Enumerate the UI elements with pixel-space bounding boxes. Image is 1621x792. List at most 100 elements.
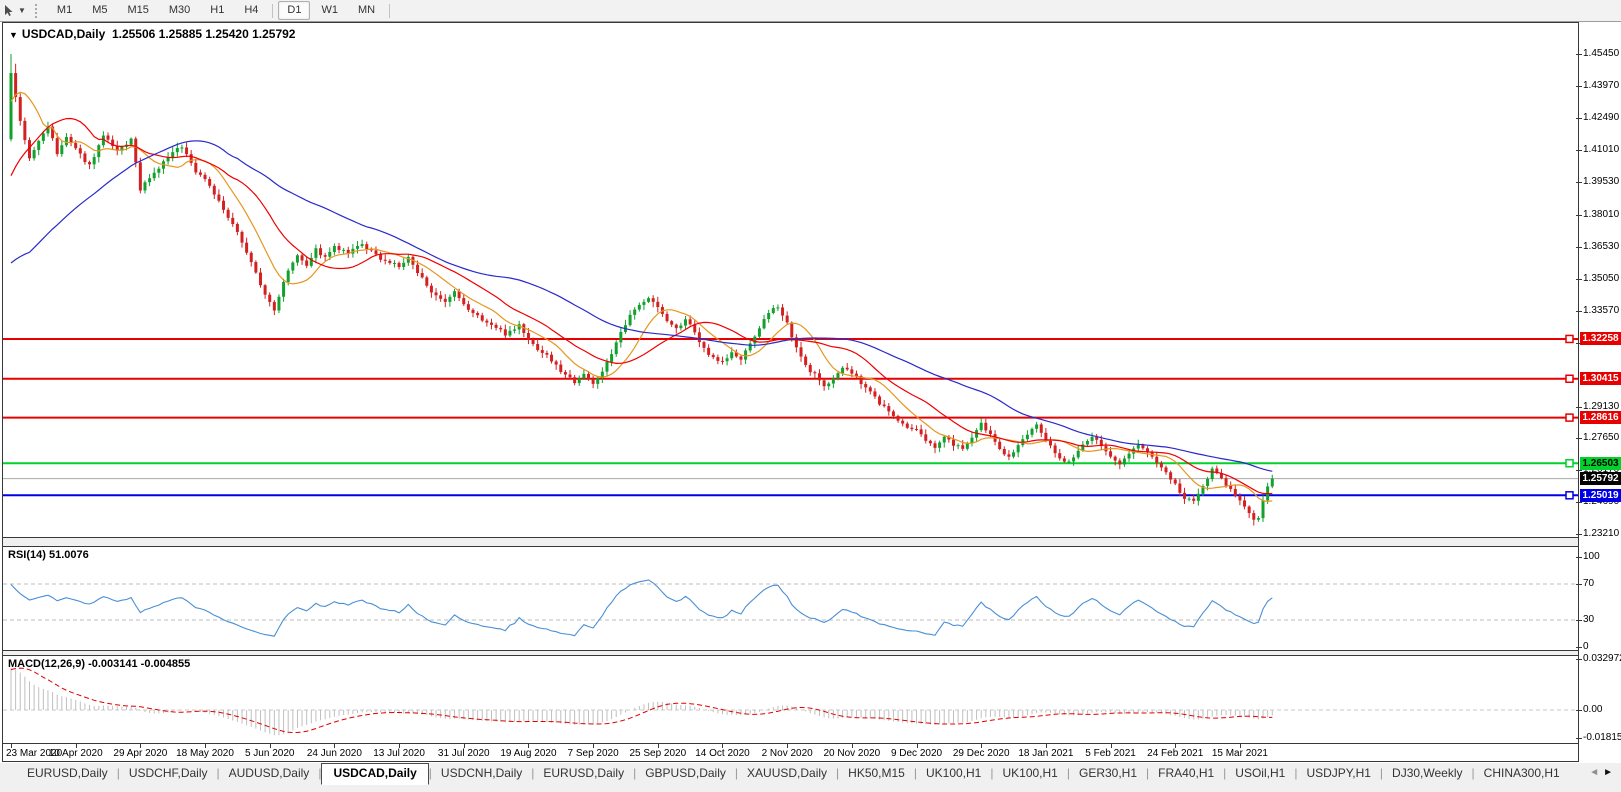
chart-tab-ger30-h1[interactable]: GER30,H1 xyxy=(1070,763,1146,784)
chart-tab-usdcad-daily[interactable]: USDCAD,Daily xyxy=(321,763,428,785)
axis-tick-label: 1.36530 xyxy=(1583,241,1619,252)
date-tick-label[interactable]: 9 Dec 2020 xyxy=(891,748,942,759)
date-tick-label[interactable]: 31 Jul 2020 xyxy=(438,748,490,759)
hline-handle[interactable] xyxy=(1566,460,1573,467)
chart-tab-usoil-h1[interactable]: USOil,H1 xyxy=(1226,763,1294,784)
chart-ohlc-values: 1.25506 1.25885 1.25420 1.25792 xyxy=(112,27,296,41)
date-tick-label[interactable]: 20 Nov 2020 xyxy=(823,748,880,759)
date-tick-label[interactable]: 24 Feb 2021 xyxy=(1147,748,1203,759)
timeframe-buttons: M1M5M15M30H1H4 D1W1MN xyxy=(47,1,394,20)
timeframe-button-m30[interactable]: M30 xyxy=(160,1,199,20)
axis-tick-mark xyxy=(1576,407,1582,408)
macd-histogram xyxy=(11,668,1272,736)
tab-scroll-buttons: ◄► xyxy=(1589,767,1617,778)
macd-canvas[interactable] xyxy=(3,656,1578,743)
timeframe-button-m5[interactable]: M5 xyxy=(83,1,116,20)
chart-tabs: EURUSD,Daily|USDCHF,Daily|AUDUSD,Daily|U… xyxy=(18,763,1569,785)
chevron-down-icon[interactable]: ▼ xyxy=(18,6,26,15)
date-tick-label[interactable]: 29 Apr 2020 xyxy=(113,748,167,759)
axis-tick-mark xyxy=(1576,118,1582,119)
hline-handle[interactable] xyxy=(1566,335,1573,342)
price-line-badge: 1.32258 xyxy=(1580,332,1621,345)
chart-tab-xauusd-daily[interactable]: XAUUSD,Daily xyxy=(738,763,836,784)
date-tick-label[interactable]: 5 Jun 2020 xyxy=(245,748,295,759)
axis-tick-mark xyxy=(1576,620,1582,621)
axis-tick-mark xyxy=(1576,738,1582,739)
chart-tab-uk100-h1[interactable]: UK100,H1 xyxy=(917,763,990,784)
tab-scroll-right-icon[interactable]: ► xyxy=(1603,767,1617,778)
ma-line-50 xyxy=(11,141,1272,472)
chart-tab-dj30-weekly[interactable]: DJ30,Weekly xyxy=(1383,763,1471,784)
chart-tab-usdjpy-h1[interactable]: USDJPY,H1 xyxy=(1297,763,1379,784)
date-tick-label[interactable]: 19 Aug 2020 xyxy=(500,748,556,759)
axis-tick-label: -0.018154 xyxy=(1583,732,1621,743)
macd-signal-line xyxy=(11,668,1272,732)
hline-handle[interactable] xyxy=(1566,414,1573,421)
bid-price-badge: 1.25792 xyxy=(1580,472,1621,485)
chart-tab-usdcnh-daily[interactable]: USDCNH,Daily xyxy=(432,763,531,784)
axis-tick-mark xyxy=(1576,584,1582,585)
chart-tab-gbpusd-daily[interactable]: GBPUSD,Daily xyxy=(636,763,735,784)
cursor-tool-button[interactable]: ▼ xyxy=(0,4,30,17)
price-chart-canvas[interactable] xyxy=(3,23,1578,537)
date-tick-label[interactable]: 7 Sep 2020 xyxy=(568,748,619,759)
axis-tick-mark xyxy=(1576,279,1582,280)
price-scale[interactable]: 1.454501.439701.424901.410101.395301.380… xyxy=(1580,22,1621,762)
date-tick-label[interactable]: 25 Sep 2020 xyxy=(629,748,686,759)
macd-pane[interactable]: MACD(12,26,9) -0.003141 -0.004855 xyxy=(3,655,1578,744)
date-tick-label[interactable]: 13 Jul 2020 xyxy=(373,748,425,759)
axis-tick-mark xyxy=(1576,502,1582,503)
axis-tick-mark xyxy=(1576,438,1582,439)
chart-tab-uk100-h1[interactable]: UK100,H1 xyxy=(993,763,1066,784)
rsi-canvas[interactable] xyxy=(3,547,1578,650)
axis-tick-label: 1.45450 xyxy=(1583,48,1619,59)
hline-handle[interactable] xyxy=(1566,492,1573,499)
axis-tick-label: 0.00 xyxy=(1583,704,1602,715)
timeframe-button-m15[interactable]: M15 xyxy=(118,1,157,20)
date-tick-label[interactable]: 24 Jun 2020 xyxy=(307,748,362,759)
axis-tick-label: 1.43970 xyxy=(1583,80,1619,91)
quick-menu-icon[interactable]: ▼ xyxy=(9,30,18,40)
hline-handle[interactable] xyxy=(1566,375,1573,382)
axis-tick-mark xyxy=(1576,710,1582,711)
axis-tick-label: 30 xyxy=(1583,614,1594,625)
rsi-pane[interactable]: RSI(14) 51.0076 xyxy=(3,546,1578,651)
chart-tab-fra40-h1[interactable]: FRA40,H1 xyxy=(1149,763,1223,784)
chart-tab-usdchf-daily[interactable]: USDCHF,Daily xyxy=(120,763,217,784)
timeframe-button-d1[interactable]: D1 xyxy=(278,1,310,20)
date-axis[interactable]: 23 Mar 202010 Apr 202029 Apr 202018 May … xyxy=(3,744,1578,761)
date-tick-label[interactable]: 18 May 2020 xyxy=(176,748,234,759)
axis-tick-mark xyxy=(1576,54,1582,55)
chart-tab-audusd-daily[interactable]: AUDUSD,Daily xyxy=(220,763,319,784)
timeframe-button-w1[interactable]: W1 xyxy=(312,1,347,20)
tab-scroll-left-icon[interactable]: ◄ xyxy=(1589,767,1603,778)
date-tick-label[interactable]: 14 Oct 2020 xyxy=(695,748,749,759)
axis-tick-label: 1.42490 xyxy=(1583,112,1619,123)
chart-tab-china300-h1[interactable]: CHINA300,H1 xyxy=(1475,763,1569,784)
chart-tab-eurusd-daily[interactable]: EURUSD,Daily xyxy=(18,763,117,784)
toolbar-grip[interactable] xyxy=(35,4,42,18)
chart-tab-eurusd-daily[interactable]: EURUSD,Daily xyxy=(534,763,633,784)
timeframe-button-m1[interactable]: M1 xyxy=(48,1,81,20)
timeframe-button-mn[interactable]: MN xyxy=(349,1,384,20)
date-tick-label[interactable]: 5 Feb 2021 xyxy=(1085,748,1136,759)
timeframe-button-h1[interactable]: H1 xyxy=(201,1,233,20)
axis-tick-mark xyxy=(1576,311,1582,312)
chart-title: ▼USDCAD,Daily 1.25506 1.25885 1.25420 1.… xyxy=(9,27,295,41)
date-tick-label[interactable]: 10 Apr 2020 xyxy=(49,748,103,759)
timeframe-button-h4[interactable]: H4 xyxy=(235,1,267,20)
date-tick-label[interactable]: 18 Jan 2021 xyxy=(1018,748,1073,759)
date-tick-label[interactable]: 15 Mar 2021 xyxy=(1212,748,1268,759)
toolbar-separator xyxy=(272,4,273,18)
chart-window: ▼USDCAD,Daily 1.25506 1.25885 1.25420 1.… xyxy=(2,22,1579,762)
chart-tab-hk50-m15[interactable]: HK50,M15 xyxy=(839,763,914,784)
axis-tick-mark xyxy=(1576,150,1582,151)
horizontal-lines xyxy=(3,335,1578,498)
rsi-line xyxy=(11,580,1272,636)
toolbar-separator xyxy=(389,4,390,18)
date-tick-label[interactable]: 29 Dec 2020 xyxy=(953,748,1010,759)
pane-splitter[interactable] xyxy=(3,538,1578,546)
axis-tick-mark xyxy=(1576,182,1582,183)
date-tick-label[interactable]: 2 Nov 2020 xyxy=(762,748,813,759)
main-price-pane[interactable]: ▼USDCAD,Daily 1.25506 1.25885 1.25420 1.… xyxy=(3,23,1578,538)
